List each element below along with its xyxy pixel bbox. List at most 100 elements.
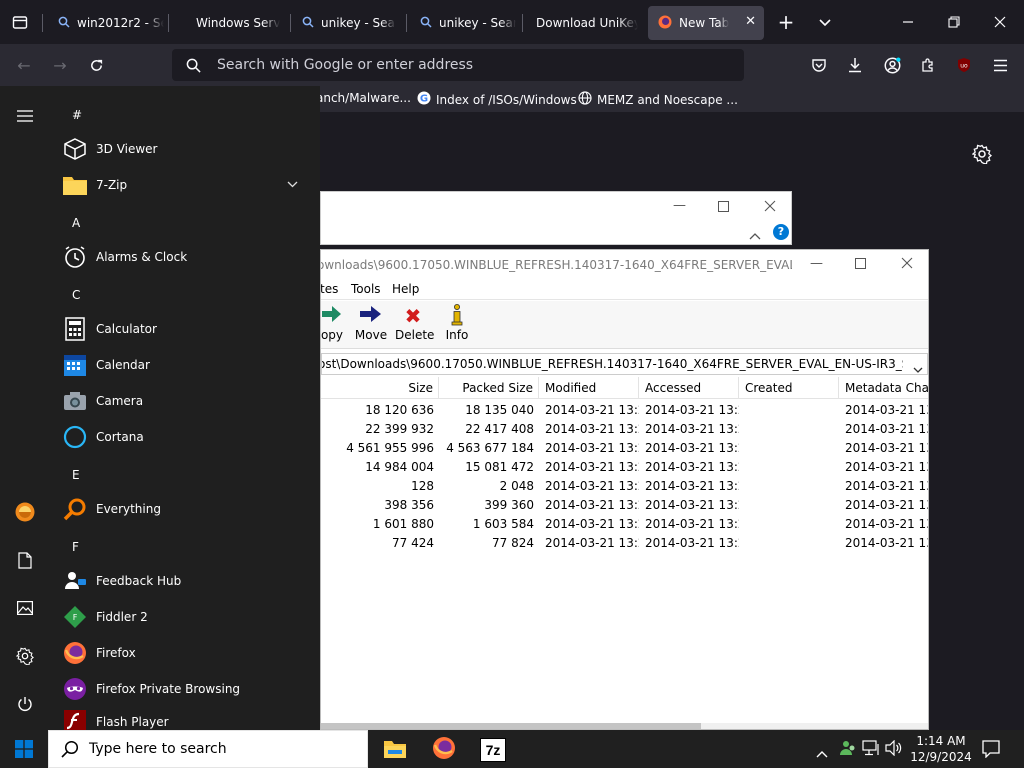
network-icon[interactable]: [862, 740, 880, 760]
back-arrow-icon[interactable]: ←: [13, 54, 35, 76]
column-accessed[interactable]: Accessed: [639, 377, 739, 399]
app-feedback-hub[interactable]: Feedback Hub: [62, 564, 310, 598]
documents-icon[interactable]: [13, 548, 37, 572]
tab-bar: win2012r2 - Se Windows Serv unikey - Sea…: [0, 0, 1024, 44]
maximize-window-icon[interactable]: [855, 258, 866, 272]
ublock-origin-icon[interactable]: uo: [953, 54, 975, 76]
path-combobox[interactable]: ost\Downloads\9600.17050.WINBLUE_REFRESH…: [321, 353, 928, 375]
tab-1[interactable]: Windows Serv: [186, 6, 286, 40]
app-calculator[interactable]: Calculator: [62, 312, 310, 346]
table-row[interactable]: 128 2 048 2014-03-21 13:27 2014-03-21 13:27…: [321, 477, 928, 496]
tab-overflow-chevron-icon[interactable]: [814, 11, 836, 33]
download-icon[interactable]: [844, 54, 866, 76]
horizontal-scrollbar[interactable]: [321, 723, 928, 729]
app-alarms-clock[interactable]: Alarms & Clock: [62, 240, 310, 274]
group-header-f[interactable]: F: [72, 540, 79, 554]
move-button[interactable]: Move: [354, 304, 388, 342]
app-fiddler[interactable]: F Fiddler 2: [62, 600, 310, 634]
people-icon[interactable]: [839, 739, 857, 761]
app-firefox[interactable]: Firefox: [62, 636, 310, 670]
tab-2[interactable]: unikey - Searc: [292, 6, 396, 40]
copy-button[interactable]: opy: [321, 304, 345, 342]
table-row[interactable]: 4 561 955 996 4 563 677 184 2014-03-21 13:…: [321, 439, 928, 458]
volume-icon[interactable]: [885, 739, 903, 760]
firefox-taskbar-icon[interactable]: [432, 736, 458, 762]
column-metadata-changed[interactable]: Metadata Cha...: [839, 377, 928, 399]
file-explorer-icon[interactable]: [383, 738, 407, 762]
notifications-icon[interactable]: [982, 740, 1000, 762]
close-window-icon[interactable]: [901, 257, 913, 272]
restore-window-icon[interactable]: [943, 11, 965, 33]
group-header-hash[interactable]: #: [72, 108, 82, 122]
close-tab-icon[interactable]: ✕: [745, 14, 756, 29]
menu-help[interactable]: Help: [392, 282, 419, 296]
power-icon[interactable]: [13, 692, 37, 716]
maximize-window-icon[interactable]: [718, 197, 729, 216]
column-size[interactable]: Size: [339, 377, 439, 399]
table-row[interactable]: 18 120 636 18 135 040 2014-03-21 13:27 2014…: [321, 401, 928, 420]
chevron-down-icon[interactable]: [913, 360, 923, 374]
table-row[interactable]: 77 424 77 824 2014-03-21 13:27 2014-03-21 1…: [321, 534, 928, 553]
tab-4[interactable]: Download UniKey: [526, 6, 638, 40]
address-bar[interactable]: Search with Google or enter address: [172, 49, 744, 81]
app-3d-viewer[interactable]: 3D Viewer: [62, 132, 310, 166]
info-button[interactable]: Info: [443, 304, 471, 342]
user-avatar-icon[interactable]: [13, 500, 37, 524]
chevron-up-icon[interactable]: [749, 225, 761, 244]
minimize-window-icon[interactable]: —: [810, 256, 823, 271]
group-header-c[interactable]: C: [72, 288, 80, 302]
app-7zip-folder[interactable]: 7-Zip: [62, 168, 310, 202]
cell-created: [739, 401, 839, 420]
table-row[interactable]: 398 356 399 360 2014-03-21 13:27 2014-03-21…: [321, 496, 928, 515]
system-clock[interactable]: 1:14 AM 12/9/2024: [905, 733, 977, 765]
pocket-icon[interactable]: [808, 54, 830, 76]
bookmark-0[interactable]: anch/Malware...: [316, 91, 411, 105]
column-modified[interactable]: Modified: [539, 377, 639, 399]
new-tab-plus-icon[interactable]: +: [775, 10, 797, 34]
table-row[interactable]: 22 399 932 22 417 408 2014-03-21 13:27 2014…: [321, 420, 928, 439]
app-calendar[interactable]: Calendar: [62, 348, 310, 382]
account-icon[interactable]: [881, 54, 903, 76]
tray-chevron-up-icon[interactable]: [816, 743, 828, 762]
column-packed-size[interactable]: Packed Size: [439, 377, 539, 399]
tab-list-icon[interactable]: [9, 11, 31, 33]
scrollbar-thumb[interactable]: [321, 723, 701, 729]
bookmark-1[interactable]: G Index of /ISOs/Windows: [417, 91, 577, 108]
tab-5-active[interactable]: New Tab ✕: [648, 6, 764, 40]
app-label: Everything: [96, 502, 161, 516]
help-icon[interactable]: ?: [773, 224, 789, 240]
hamburger-menu-icon[interactable]: [989, 54, 1011, 76]
app-camera[interactable]: Camera: [62, 384, 310, 418]
minimize-window-icon[interactable]: —: [673, 198, 686, 213]
table-row[interactable]: 1 601 880 1 603 584 2014-03-21 13:27 2014-0…: [321, 515, 928, 534]
extensions-puzzle-icon[interactable]: [917, 54, 939, 76]
tab-3[interactable]: unikey - Searc: [410, 6, 516, 40]
close-window-icon[interactable]: [989, 11, 1011, 33]
column-created[interactable]: Created: [739, 377, 839, 399]
cell-metadata-changed: 2014-03-21 13:2: [845, 479, 928, 493]
app-cortana[interactable]: Cortana: [62, 420, 310, 454]
close-window-icon[interactable]: [764, 197, 776, 216]
app-firefox-private[interactable]: Firefox Private Browsing: [62, 672, 310, 706]
sevenzip-taskbar-icon[interactable]: 7z: [480, 738, 506, 762]
menu-tools[interactable]: Tools: [351, 282, 381, 296]
menu-favorites[interactable]: tes: [321, 282, 338, 296]
settings-gear-icon[interactable]: [971, 144, 994, 166]
group-header-a[interactable]: A: [72, 216, 80, 230]
minimize-window-icon[interactable]: [897, 11, 919, 33]
chevron-down-icon[interactable]: [287, 178, 298, 191]
tab-0[interactable]: win2012r2 - Se: [48, 6, 164, 40]
group-header-e[interactable]: E: [72, 468, 80, 482]
taskbar-search-box[interactable]: Type here to search: [48, 730, 368, 768]
windows-start-icon[interactable]: [15, 740, 33, 762]
settings-gear-icon[interactable]: [13, 644, 37, 668]
delete-button[interactable]: ✖ Delete: [395, 304, 434, 342]
bookmark-2[interactable]: MEMZ and Noescape ...: [578, 91, 738, 108]
app-everything[interactable]: Everything: [62, 492, 310, 526]
app-flash-player[interactable]: Flash Player: [62, 708, 310, 730]
pictures-icon[interactable]: [13, 596, 37, 620]
forward-arrow-icon[interactable]: →: [49, 54, 71, 76]
reload-icon[interactable]: [85, 54, 107, 76]
hamburger-menu-icon[interactable]: [13, 104, 37, 128]
table-row[interactable]: 14 984 004 15 081 472 2014-03-21 13:27 2014…: [321, 458, 928, 477]
